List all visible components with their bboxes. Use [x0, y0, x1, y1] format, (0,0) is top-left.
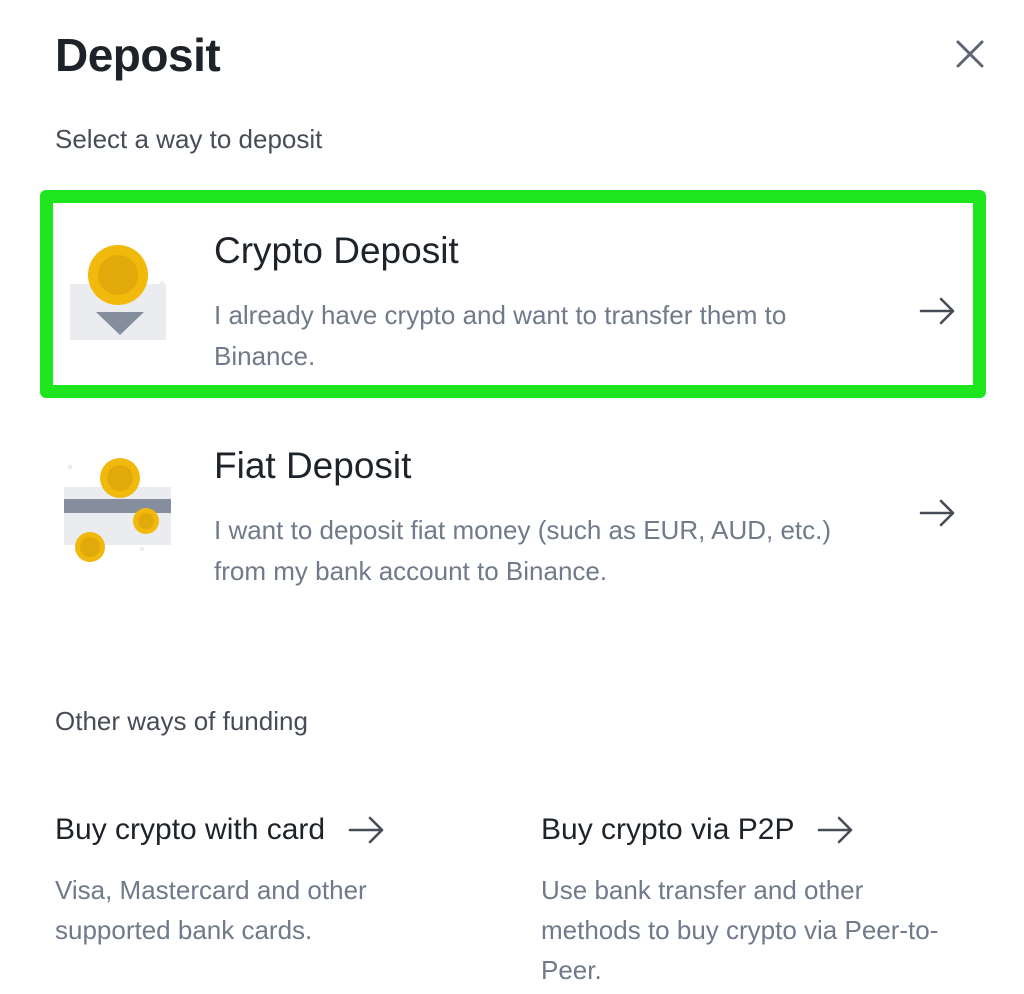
arrow-right-icon — [918, 296, 958, 326]
fiat-deposit-option[interactable]: Fiat Deposit I want to deposit fiat mone… — [40, 418, 986, 608]
other-funding-heading: Other ways of funding — [55, 706, 308, 736]
buy-crypto-card-title: Buy crypto with card — [55, 813, 326, 846]
deposit-subtitle: Select a way to deposit — [55, 124, 323, 154]
dialog-title: Deposit — [55, 29, 221, 81]
buy-crypto-p2p-description: Use bank transfer and other methods to b… — [541, 875, 939, 985]
fiat-deposit-description: I want to deposit fiat money (such as EU… — [214, 515, 832, 586]
close-button[interactable] — [950, 34, 990, 74]
arrow-right-icon — [918, 498, 958, 528]
buy-crypto-card-link[interactable]: Buy crypto with card Visa, Mastercard an… — [55, 810, 475, 950]
arrow-right-icon — [818, 816, 853, 844]
buy-crypto-p2p-title: Buy crypto via P2P — [541, 813, 795, 846]
arrow-right-icon — [348, 816, 384, 844]
buy-crypto-card-description: Visa, Mastercard and other supported ban… — [55, 875, 367, 945]
crypto-deposit-description: I already have crypto and want to transf… — [214, 300, 787, 371]
crypto-deposit-illustration — [70, 240, 170, 350]
fiat-deposit-title: Fiat Deposit — [214, 445, 412, 486]
close-icon[interactable] — [950, 34, 990, 74]
buy-crypto-p2p-link[interactable]: Buy crypto via P2P Use bank transfer and… — [541, 810, 961, 990]
crypto-deposit-title: Crypto Deposit — [214, 230, 459, 271]
crypto-deposit-option[interactable]: Crypto Deposit I already have crypto and… — [40, 190, 986, 398]
fiat-deposit-illustration — [60, 453, 175, 568]
